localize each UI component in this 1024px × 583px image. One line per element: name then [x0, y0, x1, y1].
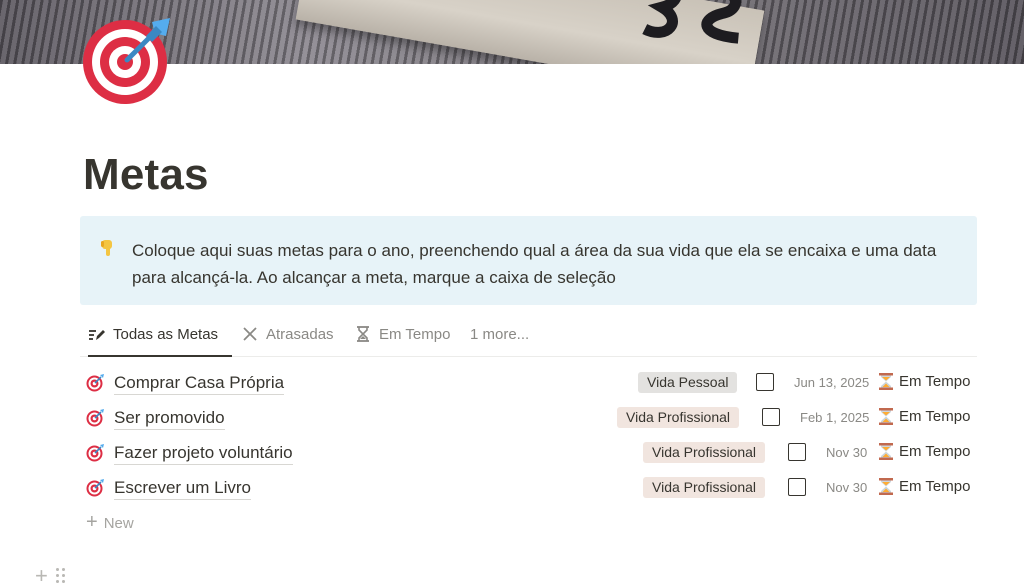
table-row[interactable]: Escrever um Livro Vida Profissional Nov …: [80, 473, 977, 507]
status-label: Em Tempo: [899, 478, 971, 495]
target-icon[interactable]: [82, 14, 174, 106]
row-title[interactable]: Ser promovido: [114, 408, 225, 430]
target-icon: [86, 444, 104, 462]
status-cell[interactable]: Em Tempo: [879, 478, 970, 495]
table-row[interactable]: Fazer projeto voluntário Vida Profission…: [80, 438, 977, 472]
tab-em-tempo[interactable]: Em Tempo: [354, 326, 450, 357]
status-label: Em Tempo: [899, 443, 971, 460]
page-title[interactable]: Metas: [83, 150, 209, 200]
table-row[interactable]: Comprar Casa Própria Vida Pessoal Jun 13…: [80, 368, 977, 402]
target-icon: [86, 374, 104, 392]
row-title[interactable]: Escrever um Livro: [114, 478, 251, 500]
tab-todas-as-metas[interactable]: Todas as Metas: [88, 326, 232, 357]
target-icon: [86, 479, 104, 497]
hourglass-icon: [879, 373, 893, 390]
hourglass-icon: [357, 326, 369, 342]
tab-label: Em Tempo: [379, 326, 451, 343]
new-row-label: New: [103, 515, 134, 532]
due-date[interactable]: Nov 30: [826, 445, 867, 460]
area-tag[interactable]: Vida Profissional: [643, 442, 766, 463]
due-date[interactable]: Nov 30: [826, 480, 867, 495]
area-tag[interactable]: Vida Profissional: [643, 477, 766, 498]
area-tag[interactable]: Vida Pessoal: [638, 372, 738, 393]
tab-label: Atrasadas: [266, 326, 334, 343]
table-row[interactable]: Ser promovido Vida Profissional Feb 1, 2…: [80, 403, 977, 437]
done-checkbox[interactable]: [788, 478, 806, 496]
row-title[interactable]: Fazer projeto voluntário: [114, 443, 293, 465]
area-tag[interactable]: Vida Profissional: [617, 407, 740, 428]
hourglass-icon: [879, 478, 893, 495]
add-block-icon[interactable]: +: [35, 563, 48, 583]
plus-icon: +: [86, 511, 98, 533]
status-cell[interactable]: Em Tempo: [879, 373, 970, 390]
view-tabs: Todas as Metas Atrasadas Em Tempo 1 more…: [80, 320, 977, 357]
edit-list-icon: [89, 330, 105, 340]
tab-atrasadas[interactable]: Atrasadas: [241, 326, 334, 357]
x-icon: [243, 327, 257, 341]
row-title[interactable]: Comprar Casa Própria: [114, 373, 285, 395]
tab-more[interactable]: 1 more...: [470, 326, 529, 357]
done-checkbox[interactable]: [788, 443, 806, 461]
status-cell[interactable]: Em Tempo: [879, 408, 970, 425]
cover-letter-shapes: [642, 0, 741, 44]
tab-label: Todas as Metas: [113, 326, 219, 343]
target-icon: [86, 409, 104, 427]
tab-label: 1 more...: [470, 326, 530, 343]
pointing-down-icon: [101, 240, 112, 256]
hourglass-icon: [879, 408, 893, 425]
callout-box[interactable]: Coloque aqui suas metas para o ano, pree…: [80, 216, 977, 305]
new-row-button[interactable]: + New: [86, 511, 134, 534]
status-cell[interactable]: Em Tempo: [879, 443, 970, 460]
status-label: Em Tempo: [899, 373, 971, 390]
callout-text: Coloque aqui suas metas para o ano, pree…: [132, 241, 937, 287]
done-checkbox[interactable]: [762, 408, 780, 426]
block-handles: +: [35, 563, 66, 583]
due-date[interactable]: Feb 1, 2025: [800, 410, 869, 425]
done-checkbox[interactable]: [756, 373, 774, 391]
drag-handle-icon[interactable]: [55, 568, 66, 583]
due-date[interactable]: Jun 13, 2025: [794, 375, 869, 390]
status-label: Em Tempo: [899, 408, 971, 425]
cover-label-letters: [635, 0, 755, 64]
hourglass-icon: [879, 443, 893, 460]
